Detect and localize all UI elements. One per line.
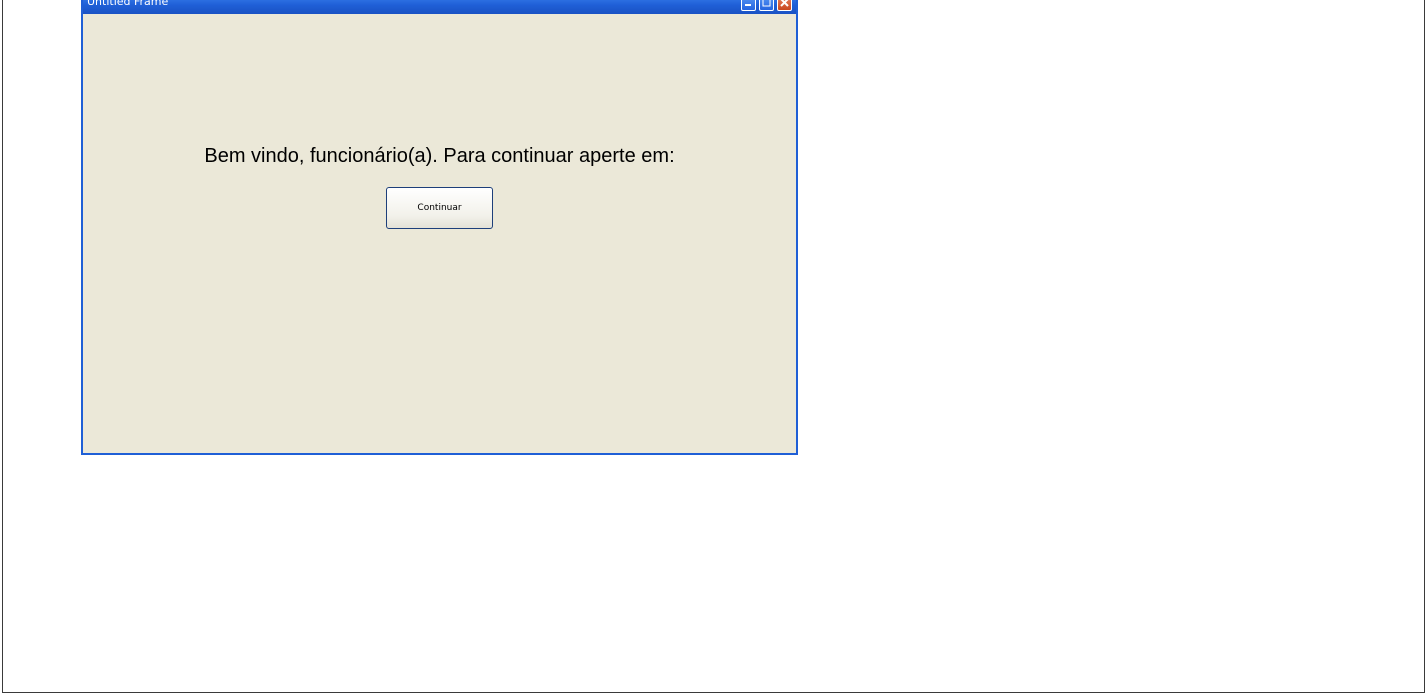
welcome-message: Bem vindo, funcionário(a). Para continua…: [204, 145, 675, 167]
minimize-icon: [745, 4, 751, 6]
window-titlebar[interactable]: Untitled Frame: [83, 0, 796, 14]
app-window: Untitled Frame Bem vindo, funcionário(a)…: [81, 0, 798, 455]
canvas: Untitled Frame Bem vindo, funcionário(a)…: [2, 0, 1425, 693]
window-title: Untitled Frame: [87, 0, 169, 8]
continue-button[interactable]: Continuar: [386, 187, 493, 229]
close-button[interactable]: [777, 0, 792, 11]
close-icon: [780, 0, 789, 7]
minimize-button[interactable]: [741, 0, 756, 11]
maximize-button[interactable]: [759, 0, 774, 11]
maximize-icon: [762, 0, 771, 7]
